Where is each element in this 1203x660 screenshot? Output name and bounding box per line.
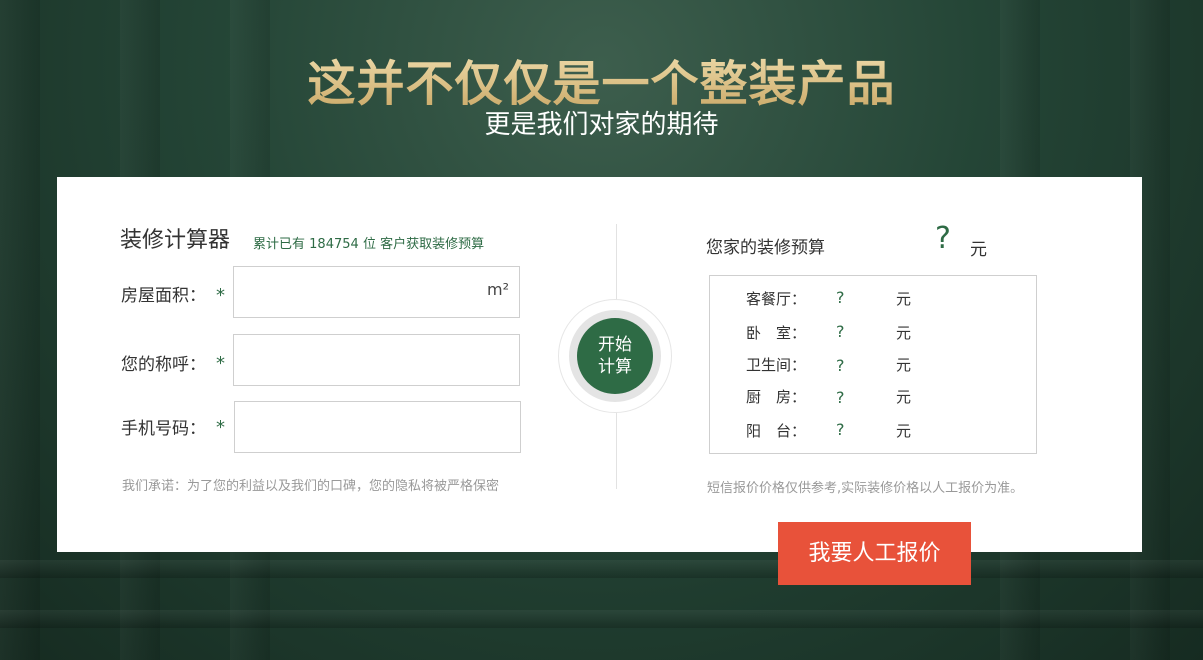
breakdown-currency: 元 — [896, 422, 912, 440]
counter-value: 184754 — [309, 237, 359, 252]
phone-label: 手机号码： — [121, 419, 206, 439]
breakdown-row-bedroom: 卧 室： ? 元 — [710, 322, 1036, 346]
privacy-promise: 我们承诺：为了您的利益以及我们的口碑，您的隐私将被严格保密 — [122, 479, 500, 494]
start-button-ring: 开始 计算 — [558, 299, 672, 413]
required-mark: * — [216, 417, 225, 438]
breakdown-currency: 元 — [896, 290, 912, 308]
required-mark: * — [216, 285, 225, 306]
hero-subtitle: 更是我们对家的期待 — [484, 110, 719, 140]
area-label: 房屋面积： — [121, 286, 206, 306]
name-input[interactable] — [233, 334, 520, 386]
breakdown-value: ? — [836, 388, 845, 407]
start-button-ring-inner: 开始 计算 — [569, 310, 661, 402]
breakdown-row-kitchen: 厨 房： ? 元 — [710, 386, 1036, 410]
breakdown-value: ? — [836, 288, 845, 307]
background-rail — [0, 610, 1203, 628]
breakdown-row-balcony: 阳 台： ? 元 — [710, 420, 1036, 444]
breakdown-currency: 元 — [896, 356, 912, 374]
breakdown-value: ? — [836, 322, 845, 341]
start-button-line1: 开始 — [598, 335, 632, 355]
breakdown-label: 阳 台： — [746, 422, 807, 440]
budget-breakdown: 客餐厅： ? 元 卧 室： ? 元 卫生间： ? 元 厨 房： ? 元 阳 台：… — [709, 275, 1037, 454]
customer-counter: 累计已有 184754 位 客户获取装修预算 — [253, 233, 484, 252]
background-rail — [0, 560, 1203, 578]
phone-input[interactable] — [234, 401, 521, 453]
breakdown-value: ? — [836, 356, 845, 375]
name-label: 您的称呼： — [121, 355, 206, 375]
required-mark: * — [216, 353, 225, 374]
manual-quote-button[interactable]: 我要人工报价 — [778, 522, 971, 585]
breakdown-row-bathroom: 卫生间： ? 元 — [710, 354, 1036, 378]
breakdown-label: 厨 房： — [746, 388, 807, 406]
breakdown-row-living: 客餐厅： ? 元 — [710, 288, 1036, 312]
start-calculate-button[interactable]: 开始 计算 — [577, 318, 653, 394]
budget-title: 您家的装修预算 — [706, 238, 825, 258]
area-input[interactable]: m² — [233, 266, 520, 318]
budget-total-currency: 元 — [970, 240, 987, 260]
counter-suffix: 位 客户获取装修预算 — [362, 237, 485, 252]
price-disclaimer: 短信报价价格仅供参考,实际装修价格以人工报价为准。 — [707, 481, 1024, 496]
unit-square-meter: m² — [487, 280, 509, 299]
breakdown-label: 卧 室： — [746, 324, 807, 342]
counter-prefix: 累计已有 — [253, 237, 306, 252]
breakdown-currency: 元 — [896, 388, 912, 406]
start-button-line2: 计算 — [598, 357, 632, 377]
calculator-title: 装修计算器 — [120, 228, 231, 253]
breakdown-label: 客餐厅： — [746, 290, 807, 308]
budget-total-value: ? — [935, 221, 951, 256]
breakdown-currency: 元 — [896, 324, 912, 342]
breakdown-value: ? — [836, 420, 845, 439]
calculator-card: 装修计算器 累计已有 184754 位 客户获取装修预算 房屋面积： * m² … — [57, 177, 1142, 552]
breakdown-label: 卫生间： — [746, 356, 807, 374]
